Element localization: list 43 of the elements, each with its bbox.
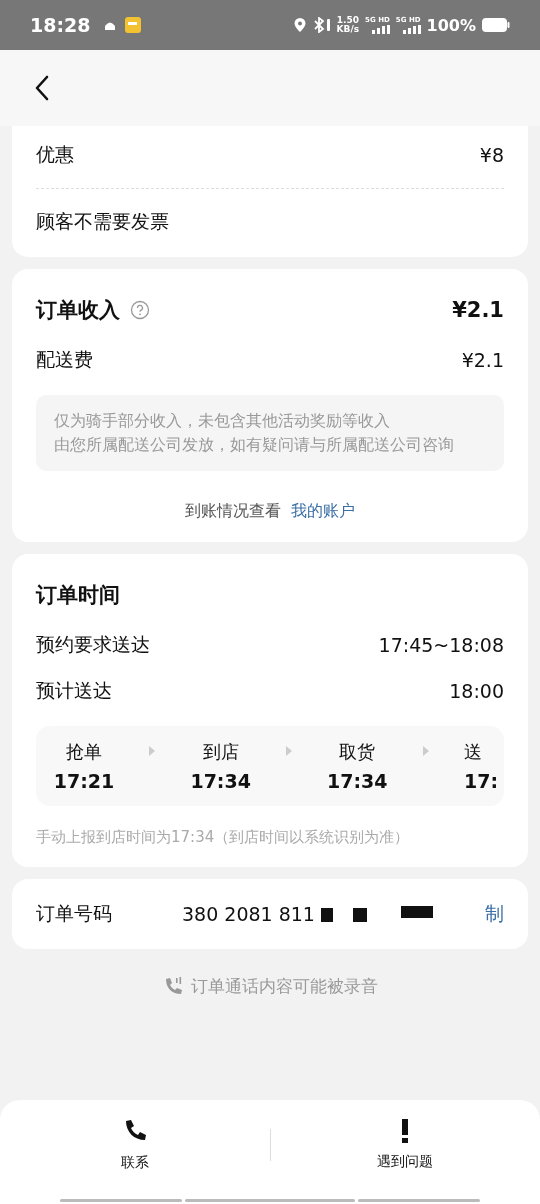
step-time: 17:21 <box>53 770 115 792</box>
help-icon[interactable] <box>130 300 150 320</box>
problem-button[interactable]: 遇到问题 <box>270 1119 540 1171</box>
invoice-note: 顾客不需要发票 <box>36 209 169 234</box>
step-time: 17: <box>463 770 498 792</box>
copy-link[interactable]: 制 <box>485 901 504 927</box>
location-icon <box>292 17 307 33</box>
clock: 18:28 <box>30 14 91 36</box>
network-speed: 1.50 KB/s <box>336 16 360 34</box>
recording-note: 订单通话内容可能被录音 <box>190 975 378 998</box>
income-total: ¥2.1 <box>452 298 504 322</box>
row-label: 订单号码 <box>36 901 112 926</box>
bluetooth-icon <box>312 17 331 33</box>
row-value: ¥8 <box>479 144 504 166</box>
step-label: 送 <box>463 740 482 764</box>
account-link[interactable]: 我的账户 <box>291 501 355 522</box>
battery-level: 100% <box>426 15 476 35</box>
order-number: 380 2081 811 <box>182 903 315 925</box>
row-label: 配送费 <box>36 347 93 372</box>
row-label: 预约要求送达 <box>36 632 150 657</box>
footnote: 手动上报到店时间为17:34（到店时间以系统识别为准） <box>36 828 411 847</box>
arrow-icon <box>422 746 429 756</box>
arrow-icon <box>286 746 292 756</box>
section-title: 订单时间 <box>36 582 120 609</box>
step-time: 17:34 <box>327 770 388 792</box>
notice-text: 由您所属配送公司发放，如有疑问请与所属配送公司咨询 <box>54 434 455 456</box>
arrow-icon <box>149 746 156 756</box>
row-label: 预计送达 <box>36 678 112 703</box>
battery-icon <box>482 17 510 33</box>
row-value: 17:45~18:08 <box>378 634 504 656</box>
step-label: 到店 <box>202 740 239 764</box>
section-title: 订单收入 <box>36 297 120 324</box>
row-label: 优惠 <box>36 142 74 167</box>
step-label: 抢单 <box>66 740 102 764</box>
row-value: 18:00 <box>449 680 504 702</box>
notice-text: 仅为骑手部分收入，未包含其他活动奖励等收入 <box>54 410 391 432</box>
row-value: ¥2.1 <box>461 349 504 371</box>
app-icon <box>124 16 143 34</box>
exclamation-icon <box>402 1119 409 1143</box>
step-label: 取货 <box>339 740 376 764</box>
contact-button[interactable]: 联系 <box>0 1118 270 1172</box>
step-time: 17:34 <box>190 770 251 792</box>
account-prompt: 到账情况查看 <box>185 501 281 522</box>
